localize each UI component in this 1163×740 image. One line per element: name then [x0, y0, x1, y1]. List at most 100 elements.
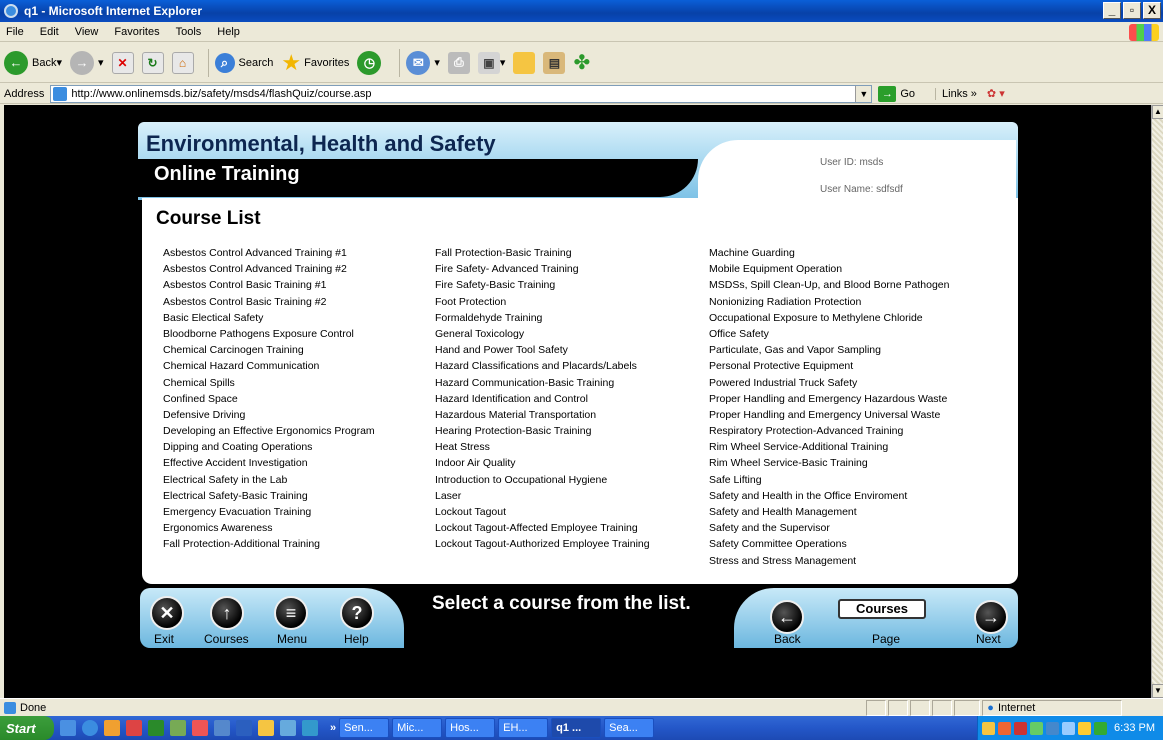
folder-button[interactable]	[513, 51, 536, 74]
menu-label[interactable]: Menu	[277, 632, 307, 646]
course-link[interactable]: General Toxicology	[435, 326, 705, 342]
course-link[interactable]: Office Safety	[709, 326, 979, 342]
course-link[interactable]: Hazardous Material Transportation	[435, 407, 705, 423]
history-button[interactable]: ◷	[357, 50, 385, 75]
taskbar-item[interactable]: Mic...	[392, 718, 443, 738]
powerpoint-icon[interactable]	[126, 720, 142, 736]
search-button[interactable]: ⌕ Search	[214, 52, 273, 73]
taskbar-item[interactable]: Hos...	[445, 718, 496, 738]
course-link[interactable]: Fire Safety-Basic Training	[435, 277, 705, 293]
course-link[interactable]: Heat Stress	[435, 439, 705, 455]
minimize-button[interactable]: _	[1103, 2, 1121, 19]
back-button[interactable]: ← Back ▾	[4, 50, 62, 75]
courses-up-icon[interactable]: ↑	[210, 596, 244, 630]
course-link[interactable]: Lockout Tagout	[435, 504, 705, 520]
taskbar-item[interactable]: Sen...	[339, 718, 390, 738]
exit-icon[interactable]: ✕	[150, 596, 184, 630]
course-link[interactable]: Powered Industrial Truck Safety	[709, 375, 979, 391]
course-link[interactable]: Safety and Health in the Office Envirome…	[709, 488, 979, 504]
taskbar-item[interactable]: EH...	[498, 718, 549, 738]
course-link[interactable]: Formaldehyde Training	[435, 310, 705, 326]
course-link[interactable]: Asbestos Control Basic Training #2	[163, 294, 433, 310]
course-link[interactable]: Chemical Spills	[163, 375, 433, 391]
tray-icon[interactable]	[998, 721, 1011, 735]
course-link[interactable]: Stress and Stress Management	[709, 553, 979, 569]
course-link[interactable]: Lockout Tagout-Affected Employee Trainin…	[435, 520, 705, 536]
course-link[interactable]: Safety Committee Operations	[709, 536, 979, 552]
course-link[interactable]: Respiratory Protection-Advanced Training	[709, 423, 979, 439]
course-link[interactable]: Electrical Safety-Basic Training	[163, 488, 433, 504]
publisher-icon[interactable]	[214, 720, 230, 736]
tray-icon[interactable]	[1046, 721, 1059, 735]
taskbar-item-active[interactable]: q1 ...	[551, 718, 602, 738]
menu-edit[interactable]: Edit	[40, 26, 59, 38]
course-link[interactable]: Personal Protective Equipment	[709, 358, 979, 374]
app-icon[interactable]	[192, 720, 208, 736]
course-link[interactable]: Emergency Evacuation Training	[163, 504, 433, 520]
course-link[interactable]: Hearing Protection-Basic Training	[435, 423, 705, 439]
refresh-button[interactable]: ↻	[141, 51, 164, 74]
course-link[interactable]: Machine Guarding	[709, 245, 979, 261]
course-link[interactable]: Chemical Hazard Communication	[163, 358, 433, 374]
app-icon[interactable]	[302, 720, 318, 736]
chevron-right-icon[interactable]: »	[330, 722, 336, 734]
course-link[interactable]: Bloodborne Pathogens Exposure Control	[163, 326, 433, 342]
courses-page-button[interactable]: Courses	[838, 599, 926, 619]
course-link[interactable]: Occupational Exposure to Methylene Chlor…	[709, 310, 979, 326]
taskbar-item[interactable]: Sea...	[604, 718, 655, 738]
app-icon[interactable]	[170, 720, 186, 736]
tray-icon[interactable]	[1094, 721, 1107, 735]
messenger-button[interactable]: ✤	[573, 50, 590, 75]
scroll-down-icon[interactable]: ▼	[1152, 684, 1163, 698]
home-button[interactable]: ⌂	[171, 51, 194, 74]
course-link[interactable]: MSDSs, Spill Clean-Up, and Blood Borne P…	[709, 277, 979, 293]
menu-tools[interactable]: Tools	[176, 26, 202, 38]
menu-help[interactable]: Help	[217, 26, 240, 38]
address-input[interactable]: http://www.onlinemsds.biz/safety/msds4/f…	[50, 84, 873, 103]
course-link[interactable]: Nonionizing Radiation Protection	[709, 294, 979, 310]
course-link[interactable]: Hazard Identification and Control	[435, 391, 705, 407]
course-link[interactable]: Developing an Effective Ergonomics Progr…	[163, 423, 433, 439]
course-link[interactable]: Basic Electical Safety	[163, 310, 433, 326]
forward-button[interactable]: → ▾	[70, 50, 104, 75]
tray-icon[interactable]	[1014, 721, 1027, 735]
go-button[interactable]: → Go	[878, 85, 915, 102]
word-icon[interactable]	[236, 720, 252, 736]
course-link[interactable]: Mobile Equipment Operation	[709, 261, 979, 277]
next-arrow-icon[interactable]: →	[974, 600, 1008, 634]
desktop-icon[interactable]	[60, 720, 76, 736]
start-button[interactable]: Start	[0, 716, 54, 740]
course-link[interactable]: Effective Accident Investigation	[163, 455, 433, 471]
course-link[interactable]: Ergonomics Awareness	[163, 520, 433, 536]
maximize-button[interactable]: ▫	[1123, 2, 1141, 19]
back-label[interactable]: Back	[774, 632, 801, 646]
help-icon[interactable]: ?	[340, 596, 374, 630]
course-link[interactable]: Defensive Driving	[163, 407, 433, 423]
course-link[interactable]: Rim Wheel Service-Basic Training	[709, 455, 979, 471]
extension-icon[interactable]: ✿ ▾	[987, 87, 1005, 100]
research-button[interactable]: ▤	[543, 51, 566, 74]
edit-button[interactable]: ▣ ▾	[477, 51, 505, 74]
course-link[interactable]: Foot Protection	[435, 294, 705, 310]
course-link[interactable]: Asbestos Control Advanced Training #2	[163, 261, 433, 277]
course-link[interactable]: Asbestos Control Advanced Training #1	[163, 245, 433, 261]
course-link[interactable]: Hand and Power Tool Safety	[435, 342, 705, 358]
tray-icon[interactable]	[1078, 721, 1091, 735]
course-link[interactable]: Hazard Classifications and Placards/Labe…	[435, 358, 705, 374]
course-link[interactable]: Safety and the Supervisor	[709, 520, 979, 536]
excel-icon[interactable]	[148, 720, 164, 736]
vertical-scrollbar[interactable]: ▲ ▼	[1151, 105, 1163, 698]
menu-list-icon[interactable]: ≡	[274, 596, 308, 630]
course-link[interactable]: Laser	[435, 488, 705, 504]
back-arrow-icon[interactable]: ←	[770, 600, 804, 634]
help-label[interactable]: Help	[344, 632, 369, 646]
print-button[interactable]: ⎙	[447, 51, 470, 74]
course-link[interactable]: Electrical Safety in the Lab	[163, 472, 433, 488]
tray-icon[interactable]	[982, 721, 995, 735]
favorites-button[interactable]: ★ Favorites	[281, 50, 349, 76]
links-button[interactable]: Links »	[935, 87, 977, 100]
course-link[interactable]: Dipping and Coating Operations	[163, 439, 433, 455]
tray-icon[interactable]	[1062, 721, 1075, 735]
scroll-up-icon[interactable]: ▲	[1152, 105, 1163, 119]
outlook-icon[interactable]	[104, 720, 120, 736]
